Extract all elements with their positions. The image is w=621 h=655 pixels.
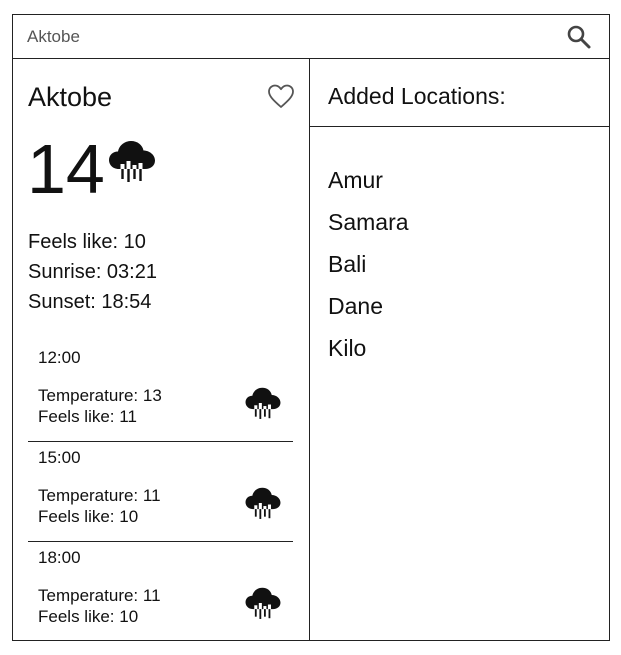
forecast-feels-like: Feels like: 10 <box>38 507 139 526</box>
search-input[interactable] <box>27 25 547 49</box>
cloud-rain-icon <box>245 487 281 519</box>
locations-title: Added Locations: <box>328 83 506 109</box>
sunset-label: Sunset: 18:54 <box>28 291 152 313</box>
feels-like-label: Feels like: 10 <box>28 231 146 253</box>
locations-header: Added Locations: <box>310 59 609 127</box>
forecast-feels-like: Feels like: 10 <box>38 607 139 626</box>
cloud-rain-icon <box>245 387 281 419</box>
forecast-item: 15:00 Temperature: 11 Feels like: 10 <box>28 442 293 542</box>
heart-icon[interactable] <box>267 83 295 111</box>
forecast-temperature: Temperature: 11 <box>38 486 161 505</box>
forecast-time: 18:00 <box>38 548 81 567</box>
forecast-temperature: Temperature: 13 <box>38 386 162 405</box>
forecast-time: 15:00 <box>38 448 81 467</box>
weather-app-window: Aktobe 14 Feels like: 10 Sunrise: 03:21 … <box>12 14 610 641</box>
location-item-dane[interactable]: Dane <box>328 285 409 327</box>
city-title: Aktobe <box>28 82 113 112</box>
cloud-rain-icon <box>109 141 155 182</box>
locations-panel: Added Locations: Amur Samara Bali Dane K… <box>310 59 609 640</box>
sunrise-label: Sunrise: 03:21 <box>28 261 157 283</box>
forecast-feels-like: Feels like: 11 <box>38 407 137 426</box>
forecast-time: 12:00 <box>38 348 81 367</box>
search-icon[interactable] <box>566 24 592 50</box>
current-temperature: 14 <box>27 130 105 208</box>
hourly-forecast-list: 12:00 Temperature: 13 Feels like: 11 15:… <box>28 342 293 642</box>
location-item-samara[interactable]: Samara <box>328 201 409 243</box>
forecast-item: 12:00 Temperature: 13 Feels like: 11 <box>28 342 293 442</box>
location-list: Amur Samara Bali Dane Kilo <box>328 159 409 369</box>
cloud-rain-icon <box>245 587 281 619</box>
forecast-item: 18:00 Temperature: 11 Feels like: 10 <box>28 542 293 642</box>
search-bar <box>13 15 609 59</box>
location-item-amur[interactable]: Amur <box>328 159 409 201</box>
current-weather-panel: Aktobe 14 Feels like: 10 Sunrise: 03:21 … <box>13 59 310 640</box>
location-item-kilo[interactable]: Kilo <box>328 327 409 369</box>
forecast-temperature: Temperature: 11 <box>38 586 161 605</box>
location-item-bali[interactable]: Bali <box>328 243 409 285</box>
